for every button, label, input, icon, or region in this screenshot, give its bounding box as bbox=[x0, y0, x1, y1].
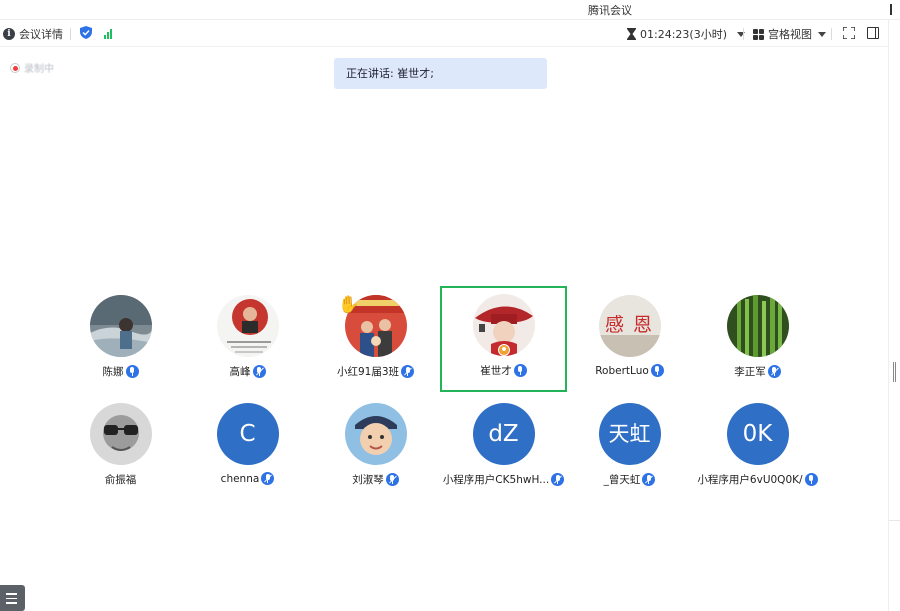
participant-name-row: 俞振福 bbox=[57, 472, 184, 487]
network-status[interactable] bbox=[104, 28, 112, 39]
window-title: 腾讯会议 bbox=[588, 4, 632, 17]
microphone-icon bbox=[125, 365, 139, 378]
view-mode-button[interactable]: 宫格视图 bbox=[753, 26, 826, 42]
toolbar-divider bbox=[831, 28, 832, 40]
record-icon bbox=[10, 62, 20, 73]
participant-name: 小程序用户CK5hwH... bbox=[442, 474, 550, 486]
avatar bbox=[89, 403, 152, 465]
side-panel-edge bbox=[888, 20, 900, 611]
member-list-button[interactable] bbox=[0, 585, 25, 611]
participant-tile[interactable]: 陈娜 bbox=[57, 287, 184, 393]
recording-indicator[interactable]: 录制中 bbox=[10, 60, 54, 75]
microphone-muted-icon bbox=[551, 473, 565, 486]
avatar-initials: C bbox=[216, 403, 279, 465]
avatar-initials: 天虹 bbox=[598, 403, 661, 465]
meeting-details-label: 会议详情 bbox=[19, 28, 63, 41]
microphone-muted-icon bbox=[385, 473, 399, 486]
participant-tile[interactable]: 天虹 _曾天虹 bbox=[566, 395, 693, 501]
title-bar: 腾讯会议 bbox=[0, 0, 900, 20]
participant-name: _曾天虹 bbox=[603, 474, 641, 486]
microphone-icon bbox=[513, 364, 527, 377]
toolbar-divider bbox=[743, 28, 744, 40]
signal-icon bbox=[104, 28, 112, 39]
recording-label: 录制中 bbox=[24, 64, 54, 75]
grid-icon bbox=[753, 28, 764, 40]
avatar bbox=[344, 403, 407, 465]
sidebar-toggle-button[interactable] bbox=[867, 27, 879, 39]
participant-name: chenna bbox=[220, 472, 260, 485]
participant-tile[interactable]: 感 恩 RobertLuo bbox=[566, 287, 693, 393]
microphone-muted-icon bbox=[401, 365, 415, 378]
participant-tile-active-speaker[interactable]: 崔世才 bbox=[440, 286, 567, 392]
participant-tile[interactable]: dZ 小程序用户CK5hwH... bbox=[440, 395, 567, 501]
avatar-initials: dZ bbox=[472, 403, 535, 465]
svg-text:感: 感 bbox=[605, 314, 624, 336]
meeting-toolbar: i 会议详情 01:24:23(3小时) 宫格视图 bbox=[0, 20, 888, 47]
view-mode-label: 宫格视图 bbox=[768, 28, 812, 41]
participant-name-row: 李正军 bbox=[694, 364, 821, 379]
participant-name: 小程序用户6vU0Q0K/ bbox=[697, 474, 803, 486]
participant-name-row: 高峰 bbox=[184, 364, 311, 379]
participant-name: 刘淑琴 bbox=[352, 474, 384, 486]
participant-name-row: 陈娜 bbox=[57, 364, 184, 379]
participant-name-row: 刘淑琴 bbox=[312, 472, 439, 487]
participant-tile[interactable]: 李正军 bbox=[694, 287, 821, 393]
panel-edge-icon[interactable] bbox=[890, 4, 898, 15]
participant-name: 俞振福 bbox=[104, 474, 137, 486]
svg-text:恩: 恩 bbox=[633, 314, 652, 336]
avatar-initials: 0K bbox=[726, 403, 789, 465]
raise-hand-icon: ✋ bbox=[338, 295, 360, 315]
participant-tile[interactable]: 高峰 bbox=[184, 287, 311, 393]
divider bbox=[889, 520, 900, 521]
participant-name-row: _曾天虹 bbox=[566, 472, 693, 487]
microphone-icon bbox=[804, 473, 818, 486]
avatar bbox=[726, 295, 789, 357]
toolbar-divider bbox=[70, 28, 71, 40]
avatar bbox=[89, 295, 152, 357]
participant-name-row: 小红91届3班 bbox=[312, 364, 439, 379]
participant-name: 陈娜 bbox=[102, 366, 124, 378]
timer-label: 01:24:23(3小时) bbox=[640, 28, 727, 41]
participant-tile[interactable]: 俞振福 bbox=[57, 395, 184, 501]
resize-handle[interactable] bbox=[893, 362, 896, 382]
participant-name: 高峰 bbox=[229, 366, 251, 378]
microphone-muted-icon bbox=[261, 472, 275, 485]
participant-name: 崔世才 bbox=[480, 365, 512, 377]
participant-tile[interactable]: 0K 小程序用户6vU0Q0K/ bbox=[694, 395, 821, 501]
microphone-muted-icon bbox=[252, 365, 266, 378]
info-icon: i bbox=[3, 28, 15, 40]
chevron-down-icon bbox=[818, 31, 826, 37]
participant-name-row: 崔世才 bbox=[442, 363, 565, 378]
participant-name: RobertLuo bbox=[595, 364, 649, 377]
microphone-muted-icon bbox=[642, 473, 656, 486]
participant-name: 李正军 bbox=[734, 366, 766, 378]
hourglass-icon bbox=[627, 28, 636, 40]
meeting-details-button[interactable]: i 会议详情 bbox=[3, 26, 63, 42]
list-icon bbox=[6, 593, 17, 607]
participant-name-row: chenna bbox=[184, 472, 311, 485]
microphone-muted-icon bbox=[767, 365, 781, 378]
participant-name-row: 小程序用户6vU0Q0K/ bbox=[694, 472, 821, 487]
participant-tile[interactable]: ✋ 小红91届3班 bbox=[312, 287, 439, 393]
participant-name-row: RobertLuo bbox=[566, 364, 693, 377]
sidebar-toggle-icon bbox=[867, 27, 879, 39]
participant-name-row: 小程序用户CK5hwH... bbox=[440, 472, 567, 487]
avatar bbox=[216, 295, 279, 357]
host-icon bbox=[497, 344, 510, 356]
participant-tile[interactable]: C chenna bbox=[184, 395, 311, 501]
speaking-banner: 正在讲话: 崔世才; bbox=[334, 58, 547, 89]
microphone-icon bbox=[650, 364, 664, 377]
meeting-window: 腾讯会议 i 会议详情 01:24:23(3小时) 宫格视图 录制中 正在讲话:… bbox=[0, 0, 900, 611]
fullscreen-button[interactable] bbox=[843, 27, 855, 39]
participant-tile[interactable]: 刘淑琴 bbox=[312, 395, 439, 501]
avatar: 感 恩 bbox=[598, 295, 661, 357]
meeting-timer[interactable]: 01:24:23(3小时) bbox=[627, 26, 745, 42]
shield-icon bbox=[80, 26, 92, 39]
participant-name: 小红91届3班 bbox=[336, 366, 400, 378]
fullscreen-icon bbox=[843, 27, 855, 39]
security-button[interactable] bbox=[80, 26, 92, 39]
